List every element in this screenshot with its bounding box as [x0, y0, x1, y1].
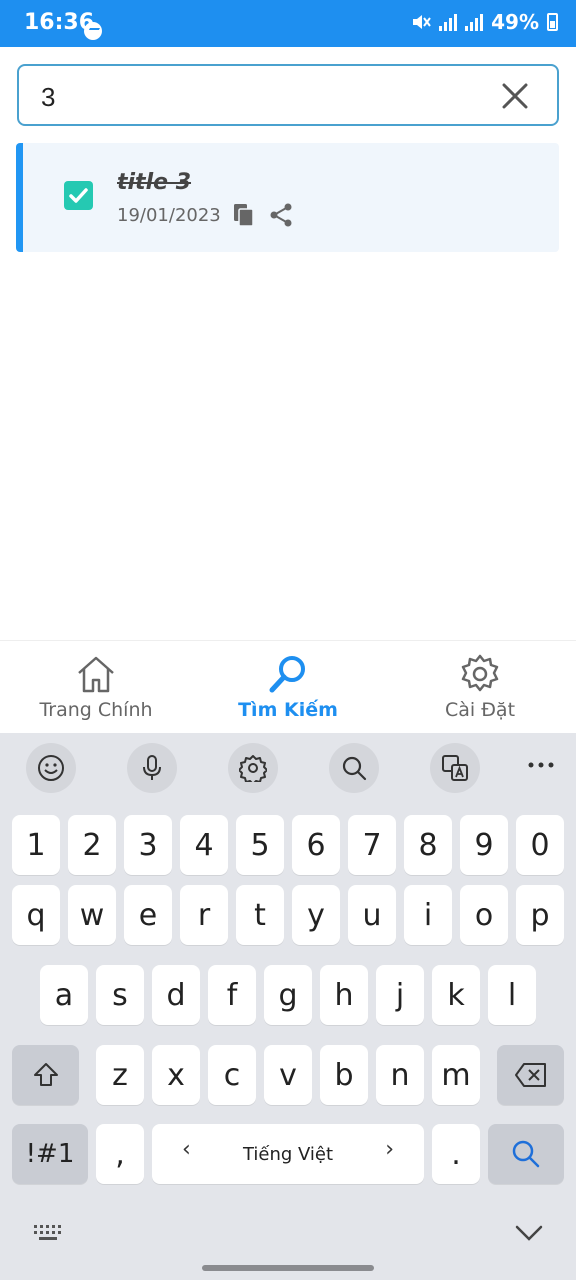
key-b[interactable]: b — [320, 1045, 368, 1105]
key-z[interactable]: z — [96, 1045, 144, 1105]
mute-icon — [413, 15, 431, 29]
key-t[interactable]: t — [236, 885, 284, 945]
key-2[interactable]: 2 — [68, 815, 116, 875]
key-0[interactable]: 0 — [516, 815, 564, 875]
key-s[interactable]: s — [96, 965, 144, 1025]
search-icon — [269, 656, 305, 693]
note-title: title 3 — [117, 170, 192, 195]
battery-icon — [547, 13, 558, 31]
search-icon — [342, 756, 367, 781]
signal-4g-icon — [465, 13, 484, 31]
messenger-icon — [84, 22, 102, 40]
key-9[interactable]: 9 — [460, 815, 508, 875]
signal-icon — [439, 13, 458, 31]
key-h[interactable]: h — [320, 965, 368, 1025]
key-y[interactable]: y — [292, 885, 340, 945]
settings-icon — [239, 755, 267, 782]
status-icons: 49% — [411, 10, 558, 34]
nav-search[interactable]: Tìm Kiếm — [192, 653, 384, 721]
right-arrow-icon: › — [385, 1137, 394, 1162]
clear-icon[interactable] — [501, 82, 529, 110]
emoji-icon — [38, 755, 64, 781]
key-c[interactable]: c — [208, 1045, 256, 1105]
emoji-button[interactable] — [26, 743, 76, 793]
key-i[interactable]: i — [404, 885, 452, 945]
key-f[interactable]: f — [208, 965, 256, 1025]
note-card[interactable]: title 3 19/01/2023 — [16, 143, 559, 252]
search-key[interactable] — [488, 1124, 564, 1184]
key-7[interactable]: 7 — [348, 815, 396, 875]
key-u[interactable]: u — [348, 885, 396, 945]
more-icon[interactable] — [525, 755, 557, 775]
keyboard-search-button[interactable] — [329, 743, 379, 793]
key-m[interactable]: m — [432, 1045, 480, 1105]
left-arrow-icon: ‹ — [182, 1137, 191, 1162]
space-key[interactable]: ‹ Tiếng Việt › — [152, 1124, 424, 1184]
search-icon — [512, 1140, 540, 1168]
key-v[interactable]: v — [264, 1045, 312, 1105]
done-checkbox[interactable] — [64, 181, 93, 210]
key-1[interactable]: 1 — [12, 815, 60, 875]
mic-icon — [143, 755, 161, 780]
backspace-key[interactable] — [497, 1045, 564, 1105]
key-g[interactable]: g — [264, 965, 312, 1025]
key-l[interactable]: l — [488, 965, 536, 1025]
key-5[interactable]: 5 — [236, 815, 284, 875]
nav-home-label: Trang Chính — [39, 699, 153, 721]
key-w[interactable]: w — [68, 885, 116, 945]
note-date: 19/01/2023 — [117, 205, 221, 226]
hide-keyboard-icon[interactable] — [514, 1223, 544, 1243]
search-input[interactable] — [41, 82, 481, 113]
gear-icon — [461, 654, 499, 692]
key-e[interactable]: e — [124, 885, 172, 945]
key-o[interactable]: o — [460, 885, 508, 945]
key-p[interactable]: p — [516, 885, 564, 945]
symbols-key[interactable]: !#1 — [12, 1124, 88, 1184]
share-icon[interactable] — [269, 203, 293, 227]
keyboard-toolbar — [0, 733, 576, 803]
key-6[interactable]: 6 — [292, 815, 340, 875]
nav-settings[interactable]: Cài Đặt — [384, 653, 576, 721]
keyboard-settings-button[interactable] — [228, 743, 278, 793]
key-n[interactable]: n — [376, 1045, 424, 1105]
nav-search-label: Tìm Kiếm — [238, 699, 338, 721]
battery-percent: 49% — [491, 10, 539, 34]
key-q[interactable]: q — [12, 885, 60, 945]
translate-button[interactable] — [430, 743, 480, 793]
key-8[interactable]: 8 — [404, 815, 452, 875]
shift-icon — [33, 1063, 58, 1086]
key-a[interactable]: a — [40, 965, 88, 1025]
nav-home[interactable]: Trang Chính — [0, 653, 192, 721]
keyboard: 1 2 3 4 5 6 7 8 9 0 q w e r t y u i o p … — [0, 733, 576, 1280]
key-k[interactable]: k — [432, 965, 480, 1025]
keyboard-switch-icon[interactable] — [33, 1223, 65, 1243]
translate-icon — [442, 755, 468, 781]
home-icon — [78, 656, 114, 693]
copy-icon[interactable] — [233, 203, 255, 227]
status-bar: 16:36 49% — [0, 0, 576, 47]
key-4[interactable]: 4 — [180, 815, 228, 875]
check-icon — [69, 188, 88, 203]
keyboard-bottom-bar — [0, 1223, 576, 1280]
nav-settings-label: Cài Đặt — [444, 699, 516, 721]
period-key[interactable]: . — [432, 1124, 480, 1184]
key-r[interactable]: r — [180, 885, 228, 945]
comma-key[interactable]: , — [96, 1124, 144, 1184]
key-d[interactable]: d — [152, 965, 200, 1025]
bottom-nav: Trang Chính Tìm Kiếm Cài Đặt — [0, 640, 576, 733]
space-label: Tiếng Việt — [242, 1143, 334, 1165]
shift-key[interactable] — [12, 1045, 79, 1105]
mic-button[interactable] — [127, 743, 177, 793]
key-j[interactable]: j — [376, 965, 424, 1025]
key-3[interactable]: 3 — [124, 815, 172, 875]
key-x[interactable]: x — [152, 1045, 200, 1105]
backspace-icon — [514, 1063, 546, 1087]
home-indicator[interactable] — [202, 1265, 374, 1271]
search-box[interactable] — [17, 64, 559, 126]
